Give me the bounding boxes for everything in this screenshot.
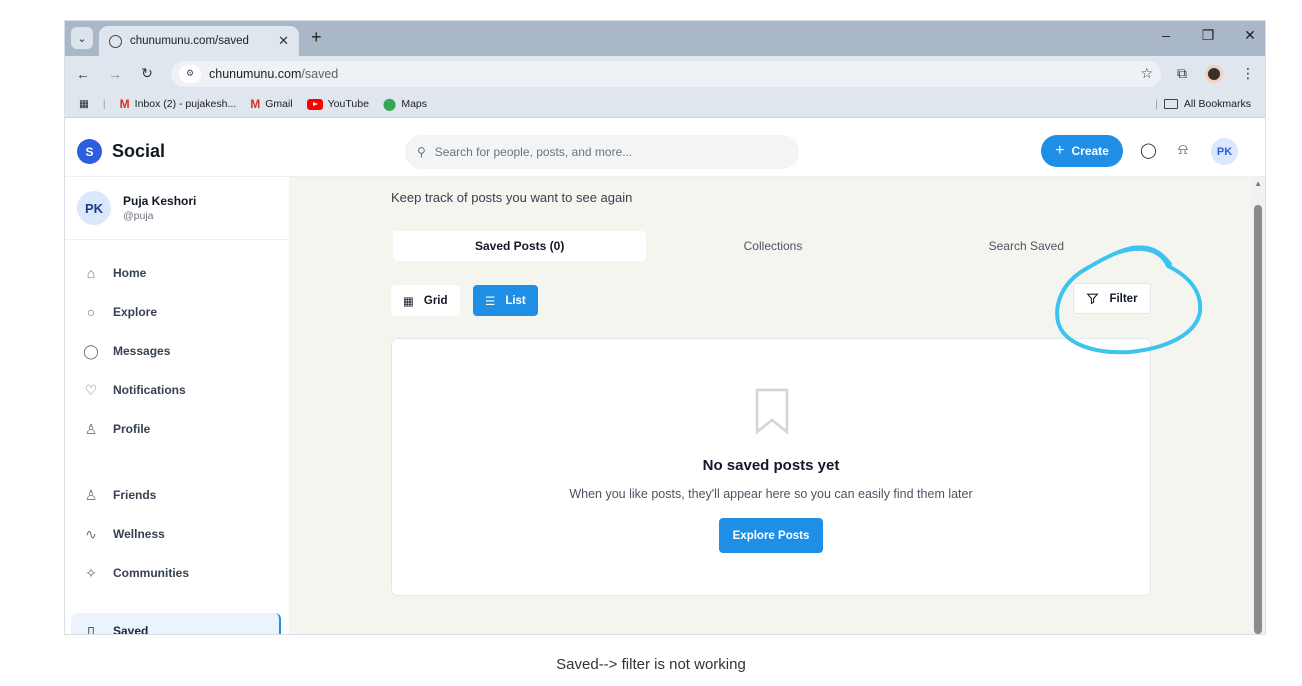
search-icon: ⚲ [417, 145, 426, 159]
sidebar-item-profile[interactable]: ♙ Profile [71, 411, 281, 447]
empty-state-title: No saved posts yet [702, 457, 840, 474]
new-tab-button[interactable]: + [311, 27, 322, 48]
reload-icon[interactable]: ↻ [139, 65, 155, 82]
sidebar-item-notifications[interactable]: ♡ Notifications [71, 372, 281, 408]
user-handle: @puja [123, 210, 154, 222]
tab-collections[interactable]: Collections [646, 231, 899, 261]
forward-icon[interactable]: → [107, 66, 123, 82]
sidebar-item-wellness[interactable]: ∿ Wellness [71, 516, 281, 552]
gmail-icon: M [119, 97, 130, 111]
saved-tabs: Saved Posts (0) Collections Search Saved [393, 231, 1153, 261]
sidebar: PK Puja Keshori @puja ⌂ Home ○ Explore ◯ Me… [65, 177, 289, 634]
scrollbar[interactable]: ▲ [1251, 177, 1265, 634]
sidebar-item-messages[interactable]: ◯ Messages [71, 333, 281, 369]
sidebar-item-communities[interactable]: ✧ Communities [71, 555, 281, 591]
users-icon: ♙ [84, 486, 98, 503]
maps-pin-icon: ⬤ [382, 97, 397, 111]
empty-state-description: When you like posts, they'll appear here… [569, 487, 973, 501]
scroll-up-icon[interactable]: ▲ [1254, 179, 1262, 188]
search-placeholder: Search for people, posts, and more... [434, 145, 633, 159]
heart-icon: ♡ [84, 381, 98, 398]
user-icon: ♙ [84, 420, 98, 437]
tab-search-icon[interactable]: ⌄ [71, 27, 93, 49]
app-header: S Social ⚲ Search for people, posts, and… [65, 119, 1265, 177]
url-field[interactable]: ⚙ chunumunu.com/saved ☆ [171, 60, 1161, 87]
bookmark-gmail[interactable]: M Gmail [250, 97, 292, 111]
bell-icon[interactable]: ⍾ [1178, 141, 1188, 158]
sidebar-item-explore[interactable]: ○ Explore [71, 294, 281, 330]
globe-icon [109, 34, 122, 48]
tab-title: chunumunu.com/saved [130, 35, 249, 47]
scrollbar-thumb[interactable] [1254, 205, 1262, 634]
message-bubble-icon: ◯ [83, 342, 99, 359]
bookmark-youtube[interactable]: YouTube [306, 98, 369, 110]
logo-badge: S [77, 139, 102, 164]
browser-profile-avatar[interactable] [1205, 64, 1223, 83]
activity-icon: ∿ [85, 525, 97, 542]
list-view-button[interactable]: ☰ List [473, 285, 538, 316]
user-name: Puja Keshori [123, 194, 197, 208]
bookmark-icon [755, 388, 789, 435]
grid-view-button[interactable]: ▦ Grid [391, 285, 460, 316]
tab-strip: ⌄ chunumunu.com/saved ✕ + – ❐ ✕ [65, 21, 1265, 56]
avatar: PK [77, 191, 111, 225]
url-path: /saved [301, 66, 339, 81]
address-bar: ← → ↻ ⚙ chunumunu.com/saved ☆ ⧉ ⋮ [65, 56, 1265, 91]
logo-text: Social [112, 141, 166, 161]
search-icon: ○ [86, 304, 96, 320]
plus-icon: + [1055, 142, 1065, 159]
bookmark-inbox[interactable]: M Inbox (2) - pujakesh... [120, 97, 237, 111]
sidebar-item-saved[interactable]: ▯ Saved [71, 613, 281, 635]
empty-state-card: No saved posts yet When you like posts, … [391, 338, 1151, 596]
sidebar-item-home[interactable]: ⌂ Home [71, 255, 281, 291]
gmail-icon: M [250, 97, 261, 111]
apps-grid-icon[interactable]: ▦ [79, 98, 89, 110]
messages-icon[interactable]: ◯ [1140, 141, 1157, 159]
header-avatar[interactable]: PK [1211, 138, 1238, 165]
explore-posts-button[interactable]: Explore Posts [719, 518, 823, 553]
grid-icon: ▦ [403, 295, 414, 308]
app-logo[interactable]: S Social [77, 139, 165, 164]
sidebar-item-friends[interactable]: ♙ Friends [71, 477, 281, 513]
folder-icon [1163, 99, 1178, 109]
browser-tab[interactable]: chunumunu.com/saved ✕ [99, 26, 299, 56]
more-menu-icon[interactable]: ⋮ [1241, 65, 1255, 82]
list-icon: ☰ [485, 295, 496, 308]
bookmark-icon: ▯ [87, 622, 95, 635]
tab-saved-posts[interactable]: Saved Posts (0) [393, 231, 647, 261]
back-icon[interactable]: ← [75, 66, 91, 82]
youtube-icon [306, 98, 323, 110]
close-tab-icon[interactable]: ✕ [278, 33, 289, 49]
create-button[interactable]: + Create [1041, 135, 1123, 167]
url-host: chunumunu.com [209, 66, 302, 81]
caption: Saved--> filter is not working [556, 656, 746, 673]
annotation-circle [1055, 245, 1203, 355]
restore-icon[interactable]: ❐ [1199, 27, 1217, 44]
app: S Social ⚲ Search for people, posts, and… [65, 119, 1265, 634]
extensions-icon[interactable]: ⧉ [1177, 65, 1187, 82]
window-close-icon[interactable]: ✕ [1241, 27, 1259, 44]
bookmark-maps[interactable]: ⬤ Maps [383, 97, 427, 111]
all-bookmarks-button[interactable]: | All Bookmarks [1155, 98, 1251, 110]
minimize-icon[interactable]: – [1157, 27, 1175, 44]
user-card[interactable]: PK Puja Keshori @puja [65, 177, 289, 240]
bookmark-star-icon[interactable]: ☆ [1140, 65, 1153, 82]
home-icon: ⌂ [86, 265, 96, 281]
page-subtitle: Keep track of posts you want to see agai… [391, 190, 633, 205]
site-settings-icon[interactable]: ⚙ [179, 64, 201, 83]
sparkles-icon: ✧ [85, 564, 97, 581]
search-input[interactable]: ⚲ Search for people, posts, and more... [405, 135, 799, 169]
bookmarks-bar: ▦ | M Inbox (2) - pujakesh... M Gmail YouT… [65, 91, 1265, 118]
